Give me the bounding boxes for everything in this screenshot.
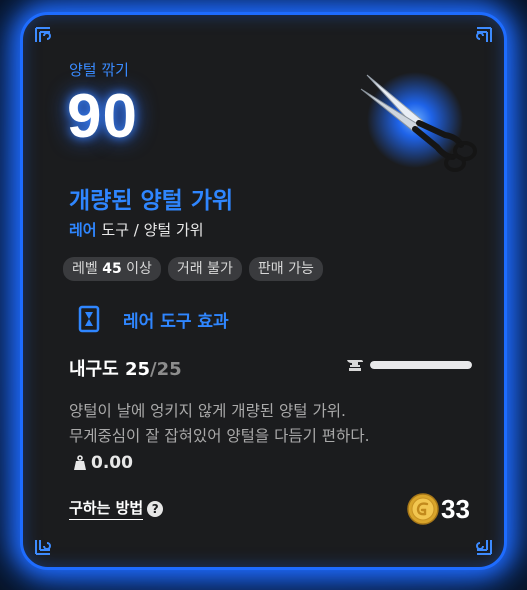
item-rarity: 레어 bbox=[69, 221, 97, 239]
effect-label: 레어 도구 효과 bbox=[123, 311, 229, 332]
item-weight: 0.00 bbox=[73, 453, 133, 473]
durability-text: 내구도 25/25 bbox=[69, 359, 182, 380]
price-value: 33 bbox=[441, 493, 470, 524]
item-category: 도구 / 양털 가위 bbox=[101, 221, 204, 239]
item-price: 33 bbox=[407, 493, 470, 525]
durability-bar bbox=[370, 361, 472, 369]
durability-meter bbox=[346, 357, 472, 373]
stat-value: 90 bbox=[67, 82, 138, 151]
corner-ornament-icon bbox=[33, 25, 59, 51]
corner-ornament-icon bbox=[468, 531, 494, 557]
how-to-obtain-link[interactable]: 구하는 방법 ? bbox=[69, 497, 164, 520]
description-line: 양털이 날에 엉키지 않게 개량된 양털 가위. bbox=[69, 402, 346, 420]
tag-list: 레벨 45 이상 거래 불가 판매 가능 bbox=[63, 257, 323, 281]
shears-icon bbox=[353, 65, 483, 175]
item-tooltip-card: 양털 깎기 90 개량된 양털 가위 레어 도구 / 양털 가위 레벨 45 이… bbox=[20, 12, 507, 570]
tag-untradeable: 거래 불가 bbox=[167, 257, 242, 281]
how-to-obtain-label[interactable]: 구하는 방법 bbox=[69, 497, 144, 520]
weight-icon bbox=[74, 455, 86, 470]
item-name: 개량된 양털 가위 bbox=[69, 188, 234, 214]
rare-tool-effect[interactable]: 레어 도구 효과 bbox=[77, 305, 229, 333]
help-icon[interactable]: ? bbox=[147, 500, 164, 517]
hourglass-card-icon bbox=[78, 305, 100, 333]
item-description: 양털이 날에 엉키지 않게 개량된 양털 가위. 무게중심이 잘 잡혀있어 양털… bbox=[69, 399, 370, 449]
corner-ornament-icon bbox=[33, 531, 59, 557]
tag-level-requirement: 레벨 45 이상 bbox=[63, 257, 161, 281]
item-type: 레어 도구 / 양털 가위 bbox=[69, 219, 204, 240]
description-line: 무게중심이 잘 잡혀있어 양털을 다듬기 편하다. bbox=[69, 427, 370, 445]
durability-bar-fill bbox=[370, 361, 472, 369]
corner-ornament-icon bbox=[468, 25, 494, 51]
stat-label: 양털 깎기 bbox=[69, 61, 129, 79]
weight-value: 0.00 bbox=[91, 453, 133, 473]
tag-sellable: 판매 가능 bbox=[248, 257, 323, 281]
gold-coin-icon bbox=[407, 493, 439, 525]
anvil-icon bbox=[347, 360, 363, 371]
